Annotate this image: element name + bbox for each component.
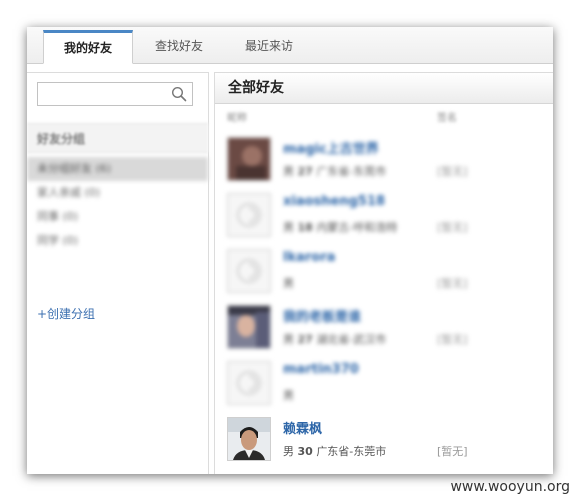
friend-info: 男 18 内蒙古-呼和浩特 bbox=[283, 219, 397, 235]
column-header-status: 签名 bbox=[437, 113, 457, 124]
friend-location: 广东省-东莞市 bbox=[316, 445, 387, 458]
friend-info: 男 bbox=[283, 275, 294, 291]
friend-row[interactable]: martin370 男 bbox=[227, 361, 547, 409]
group-item-ungrouped[interactable]: 未分组好友 (6) bbox=[27, 157, 208, 181]
tab-bar: 我的好友 查找好友 最近来访 bbox=[27, 27, 553, 64]
friend-name[interactable]: xiaosheng518 bbox=[283, 194, 385, 209]
avatar-photo-icon bbox=[228, 138, 270, 180]
column-header-name: 昵称 bbox=[227, 113, 247, 124]
friend-status: [暂无] bbox=[437, 277, 468, 290]
avatar[interactable] bbox=[227, 137, 271, 181]
friend-name[interactable]: 赖霖枫 bbox=[283, 418, 322, 437]
search-box bbox=[37, 82, 193, 106]
friend-status: [暂无] bbox=[437, 333, 468, 346]
friend-status: [暂无] bbox=[437, 221, 468, 234]
friend-gender: 男 bbox=[283, 389, 294, 402]
avatar[interactable] bbox=[227, 305, 271, 349]
friend-status: [暂无] bbox=[437, 165, 468, 178]
friend-age: 27 bbox=[297, 165, 313, 178]
sidebar: 好友分组 未分组好友 (6) 家人亲戚 (0) 同事 (0) 同学 (0) +创… bbox=[27, 72, 209, 474]
friend-list-panel: 全部好友 昵称 签名 magic上古世界 男 27 广东省-东莞市 [暂无] x… bbox=[214, 72, 553, 474]
group-item-family[interactable]: 家人亲戚 (0) bbox=[27, 181, 208, 205]
friend-info: 男 27 广东省-东莞市 bbox=[283, 163, 386, 179]
default-avatar-icon bbox=[228, 250, 270, 292]
friend-gender: 男 bbox=[283, 277, 294, 290]
friend-row[interactable]: magic上古世界 男 27 广东省-东莞市 [暂无] bbox=[227, 137, 547, 185]
tab-my-friends[interactable]: 我的好友 bbox=[43, 30, 133, 64]
friend-age: 27 bbox=[297, 333, 313, 346]
friend-gender: 男 bbox=[283, 333, 294, 346]
friend-name[interactable]: magic上古世界 bbox=[283, 138, 379, 157]
friend-row[interactable]: xiaosheng518 男 18 内蒙古-呼和浩特 [暂无] bbox=[227, 193, 547, 241]
friend-location: 湖北省-武汉市 bbox=[316, 333, 387, 346]
tab-recent-visitors[interactable]: 最近来访 bbox=[231, 30, 307, 63]
group-list: 未分组好友 (6) 家人亲戚 (0) 同事 (0) 同学 (0) bbox=[27, 157, 208, 253]
friend-gender: 男 bbox=[283, 165, 294, 178]
group-item-colleagues[interactable]: 同事 (0) bbox=[27, 205, 208, 229]
search-icon[interactable] bbox=[171, 86, 187, 102]
friend-name[interactable]: 我的老板是谁 bbox=[283, 306, 361, 325]
friend-location: 内蒙古-呼和浩特 bbox=[316, 221, 398, 234]
search-input[interactable] bbox=[42, 84, 174, 106]
avatar[interactable] bbox=[227, 361, 271, 405]
friend-name[interactable]: lkarora bbox=[283, 250, 335, 265]
friend-age: 18 bbox=[297, 221, 313, 234]
watermark: www.wooyun.org bbox=[450, 479, 570, 495]
avatar[interactable] bbox=[227, 417, 271, 461]
friend-row[interactable]: lkarora 男 [暂无] bbox=[227, 249, 547, 297]
friend-name[interactable]: martin370 bbox=[283, 362, 359, 377]
friends-window: 我的好友 查找好友 最近来访 好友分组 未分组好友 (6) 家人亲戚 (0) 同… bbox=[27, 27, 553, 474]
group-header: 好友分组 bbox=[27, 123, 208, 153]
create-group-link[interactable]: +创建分组 bbox=[37, 305, 95, 322]
group-item-classmates[interactable]: 同学 (0) bbox=[27, 229, 208, 253]
friend-info: 男 30 广东省-东莞市 bbox=[283, 443, 386, 459]
friend-location: 广东省-东莞市 bbox=[316, 165, 387, 178]
default-avatar-icon bbox=[228, 194, 270, 236]
avatar[interactable] bbox=[227, 193, 271, 237]
avatar[interactable] bbox=[227, 249, 271, 293]
avatar-photo-icon bbox=[228, 306, 270, 348]
friend-gender: 男 bbox=[283, 221, 294, 234]
friend-gender: 男 bbox=[283, 445, 294, 458]
panel-title: 全部好友 bbox=[215, 73, 553, 104]
friend-row[interactable]: 赖霖枫 男 30 广东省-东莞市 [暂无] bbox=[227, 417, 547, 465]
friend-status: [暂无] bbox=[437, 445, 468, 458]
tab-find-friends[interactable]: 查找好友 bbox=[141, 30, 217, 63]
avatar-photo-icon bbox=[228, 418, 270, 460]
friend-row[interactable]: 我的老板是谁 男 27 湖北省-武汉市 [暂无] bbox=[227, 305, 547, 353]
friend-age: 30 bbox=[297, 445, 313, 458]
friend-info: 男 27 湖北省-武汉市 bbox=[283, 331, 386, 347]
default-avatar-icon bbox=[228, 362, 270, 404]
friend-info: 男 bbox=[283, 387, 294, 403]
